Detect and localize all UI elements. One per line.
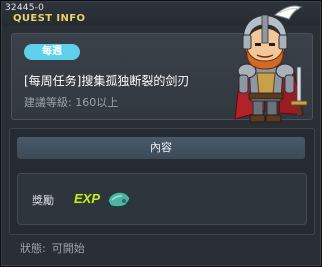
weekly-badge: 每週 bbox=[24, 44, 80, 60]
content-panel: 內容 獎勵 EXP bbox=[9, 128, 315, 235]
window-title: QUEST INFO bbox=[13, 13, 86, 24]
reward-box: 獎勵 EXP bbox=[17, 173, 307, 225]
status-value: 可開始 bbox=[51, 242, 85, 255]
reward-label: 獎勵 bbox=[32, 194, 54, 207]
quest-info-window: 32445-0 QUEST INFO 每週 [每周任务]搜集孤独断裂的剑刃 建議… bbox=[0, 0, 322, 267]
quest-name: [每周任务]搜集孤独断裂的剑刃 bbox=[24, 74, 190, 88]
quest-id: 32445-0 bbox=[5, 3, 45, 13]
content-header: 內容 bbox=[17, 137, 305, 159]
knight-npc-icon bbox=[234, 5, 308, 123]
status-label: 狀態: bbox=[20, 242, 46, 255]
item-icon[interactable] bbox=[104, 186, 134, 212]
quest-status: 狀態: 可開始 bbox=[20, 240, 91, 256]
svg-text:EXP: EXP bbox=[74, 191, 100, 206]
level-requirement: 建議等級: 160以上 bbox=[24, 96, 119, 109]
exp-icon[interactable]: EXP bbox=[72, 186, 102, 210]
